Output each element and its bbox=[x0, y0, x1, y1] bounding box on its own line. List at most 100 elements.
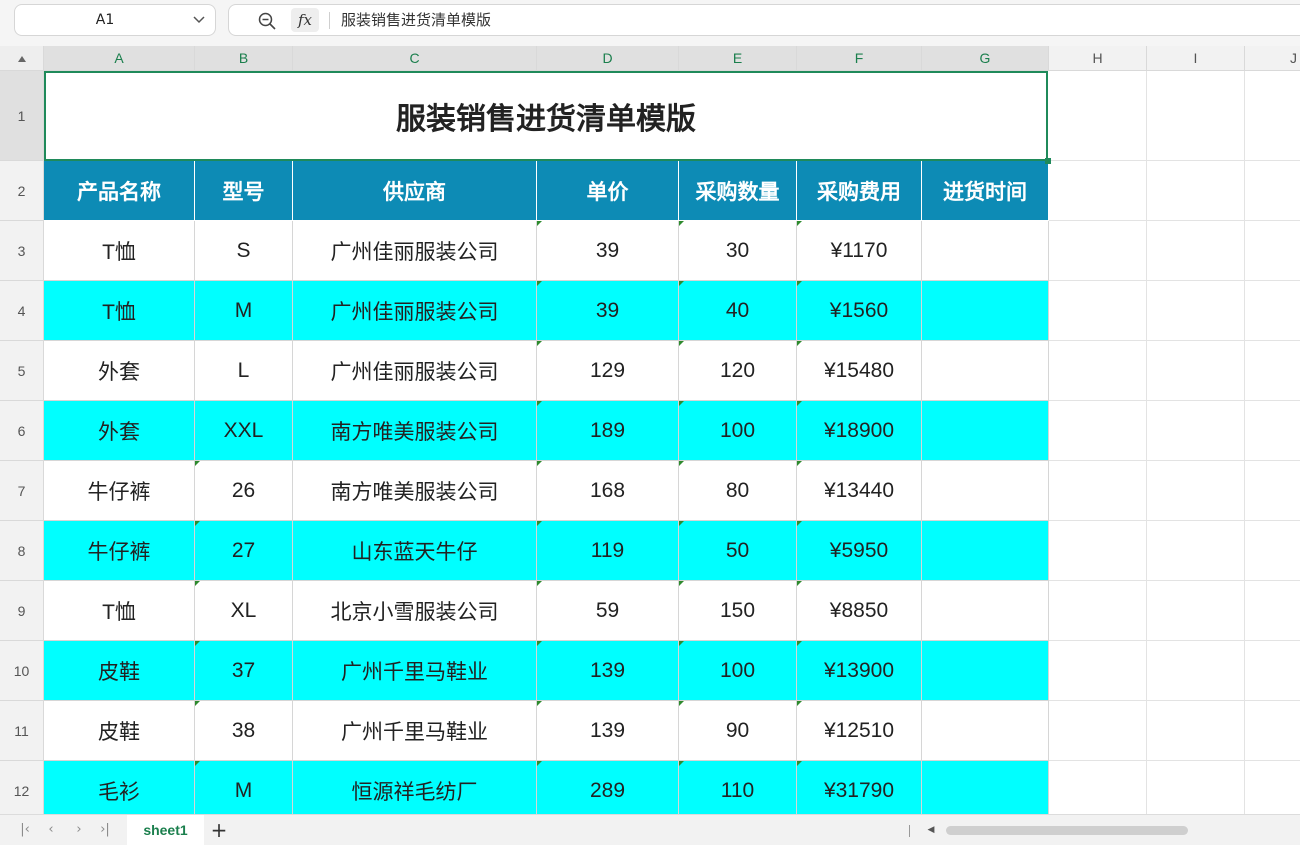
data-cell[interactable]: 38 bbox=[195, 701, 293, 761]
empty-cell[interactable] bbox=[1245, 461, 1300, 521]
sheet-tab[interactable]: sheet1 bbox=[127, 815, 204, 845]
empty-cell[interactable] bbox=[922, 461, 1049, 521]
data-cell[interactable]: ¥1170 bbox=[797, 221, 922, 281]
column-title-cell[interactable]: 采购数量 bbox=[679, 161, 797, 221]
data-cell[interactable]: T恤 bbox=[44, 581, 195, 641]
row-header[interactable]: 5 bbox=[0, 341, 44, 401]
data-cell[interactable]: 100 bbox=[679, 401, 797, 461]
formula-content[interactable]: 服装销售进货清单模版 bbox=[341, 5, 491, 35]
empty-cell[interactable] bbox=[1049, 761, 1147, 814]
column-title-cell[interactable]: 单价 bbox=[537, 161, 679, 221]
chevron-down-icon[interactable] bbox=[191, 11, 207, 27]
column-header[interactable]: I bbox=[1147, 46, 1245, 71]
empty-cell[interactable] bbox=[922, 761, 1049, 814]
data-cell[interactable]: ¥1560 bbox=[797, 281, 922, 341]
data-cell[interactable]: 26 bbox=[195, 461, 293, 521]
data-cell[interactable]: 皮鞋 bbox=[44, 701, 195, 761]
last-sheet-icon[interactable]: ›| bbox=[96, 821, 114, 839]
formula-input[interactable]: fx 服装销售进货清单模版 bbox=[228, 4, 1300, 36]
empty-cell[interactable] bbox=[922, 341, 1049, 401]
data-cell[interactable]: 59 bbox=[537, 581, 679, 641]
empty-cell[interactable] bbox=[1245, 641, 1300, 701]
data-cell[interactable]: 广州佳丽服装公司 bbox=[293, 341, 537, 401]
data-cell[interactable]: 189 bbox=[537, 401, 679, 461]
column-header[interactable]: J bbox=[1245, 46, 1300, 71]
first-sheet-icon[interactable]: |‹ bbox=[16, 821, 34, 839]
empty-cell[interactable] bbox=[922, 641, 1049, 701]
empty-cell[interactable] bbox=[1147, 461, 1245, 521]
empty-cell[interactable] bbox=[1245, 71, 1300, 161]
empty-cell[interactable] bbox=[1245, 281, 1300, 341]
empty-cell[interactable] bbox=[1049, 701, 1147, 761]
empty-cell[interactable] bbox=[1147, 221, 1245, 281]
data-cell[interactable]: 110 bbox=[679, 761, 797, 814]
data-cell[interactable]: 广州佳丽服装公司 bbox=[293, 221, 537, 281]
data-cell[interactable]: 牛仔裤 bbox=[44, 461, 195, 521]
empty-cell[interactable] bbox=[1147, 701, 1245, 761]
data-cell[interactable]: 39 bbox=[537, 221, 679, 281]
row-header[interactable]: 8 bbox=[0, 521, 44, 581]
column-header[interactable]: D bbox=[537, 46, 679, 71]
prev-sheet-icon[interactable]: ‹ bbox=[42, 821, 60, 839]
empty-cell[interactable] bbox=[1049, 161, 1147, 221]
data-cell[interactable]: M bbox=[195, 281, 293, 341]
data-cell[interactable]: 27 bbox=[195, 521, 293, 581]
empty-cell[interactable] bbox=[1147, 281, 1245, 341]
empty-cell[interactable] bbox=[922, 221, 1049, 281]
row-header[interactable]: 2 bbox=[0, 161, 44, 221]
data-cell[interactable]: 37 bbox=[195, 641, 293, 701]
empty-cell[interactable] bbox=[1245, 401, 1300, 461]
column-header[interactable]: E bbox=[679, 46, 797, 71]
data-cell[interactable]: M bbox=[195, 761, 293, 814]
data-cell[interactable]: ¥15480 bbox=[797, 341, 922, 401]
empty-cell[interactable] bbox=[1049, 341, 1147, 401]
zoom-out-icon[interactable] bbox=[257, 11, 277, 31]
empty-cell[interactable] bbox=[1147, 581, 1245, 641]
data-cell[interactable]: 北京小雪服装公司 bbox=[293, 581, 537, 641]
empty-cell[interactable] bbox=[1147, 641, 1245, 701]
column-header[interactable]: B bbox=[195, 46, 293, 71]
data-cell[interactable]: 南方唯美服装公司 bbox=[293, 461, 537, 521]
add-sheet-icon[interactable]: + bbox=[208, 819, 230, 841]
row-header[interactable]: 10 bbox=[0, 641, 44, 701]
column-header[interactable]: C bbox=[293, 46, 537, 71]
empty-cell[interactable] bbox=[1245, 581, 1300, 641]
row-header[interactable]: 1 bbox=[0, 71, 44, 161]
data-cell[interactable]: 毛衫 bbox=[44, 761, 195, 814]
data-cell[interactable]: ¥12510 bbox=[797, 701, 922, 761]
empty-cell[interactable] bbox=[1245, 521, 1300, 581]
empty-cell[interactable] bbox=[1245, 341, 1300, 401]
empty-cell[interactable] bbox=[1049, 401, 1147, 461]
empty-cell[interactable] bbox=[1049, 641, 1147, 701]
data-cell[interactable]: XXL bbox=[195, 401, 293, 461]
data-cell[interactable]: 168 bbox=[537, 461, 679, 521]
row-header[interactable]: 11 bbox=[0, 701, 44, 761]
data-cell[interactable]: 139 bbox=[537, 641, 679, 701]
empty-cell[interactable] bbox=[1245, 761, 1300, 814]
data-cell[interactable]: T恤 bbox=[44, 221, 195, 281]
data-cell[interactable]: 120 bbox=[679, 341, 797, 401]
data-cell[interactable]: 外套 bbox=[44, 401, 195, 461]
row-header[interactable]: 3 bbox=[0, 221, 44, 281]
data-cell[interactable]: 40 bbox=[679, 281, 797, 341]
column-header[interactable]: G bbox=[922, 46, 1049, 71]
column-header[interactable]: F bbox=[797, 46, 922, 71]
name-box[interactable]: A1 bbox=[14, 4, 216, 36]
column-header[interactable]: A bbox=[44, 46, 195, 71]
empty-cell[interactable] bbox=[1049, 521, 1147, 581]
empty-cell[interactable] bbox=[1245, 161, 1300, 221]
horizontal-scrollbar[interactable] bbox=[946, 826, 1188, 835]
column-header[interactable]: H bbox=[1049, 46, 1147, 71]
empty-cell[interactable] bbox=[1147, 521, 1245, 581]
empty-cell[interactable] bbox=[1245, 701, 1300, 761]
data-cell[interactable]: 119 bbox=[537, 521, 679, 581]
data-cell[interactable]: 广州千里马鞋业 bbox=[293, 701, 537, 761]
data-cell[interactable]: ¥8850 bbox=[797, 581, 922, 641]
column-title-cell[interactable]: 采购费用 bbox=[797, 161, 922, 221]
data-cell[interactable]: 100 bbox=[679, 641, 797, 701]
select-all-corner[interactable] bbox=[0, 46, 44, 71]
row-header[interactable]: 12 bbox=[0, 761, 44, 814]
function-icon[interactable]: fx bbox=[291, 8, 319, 32]
fill-handle[interactable] bbox=[1045, 158, 1051, 164]
data-cell[interactable]: ¥31790 bbox=[797, 761, 922, 814]
